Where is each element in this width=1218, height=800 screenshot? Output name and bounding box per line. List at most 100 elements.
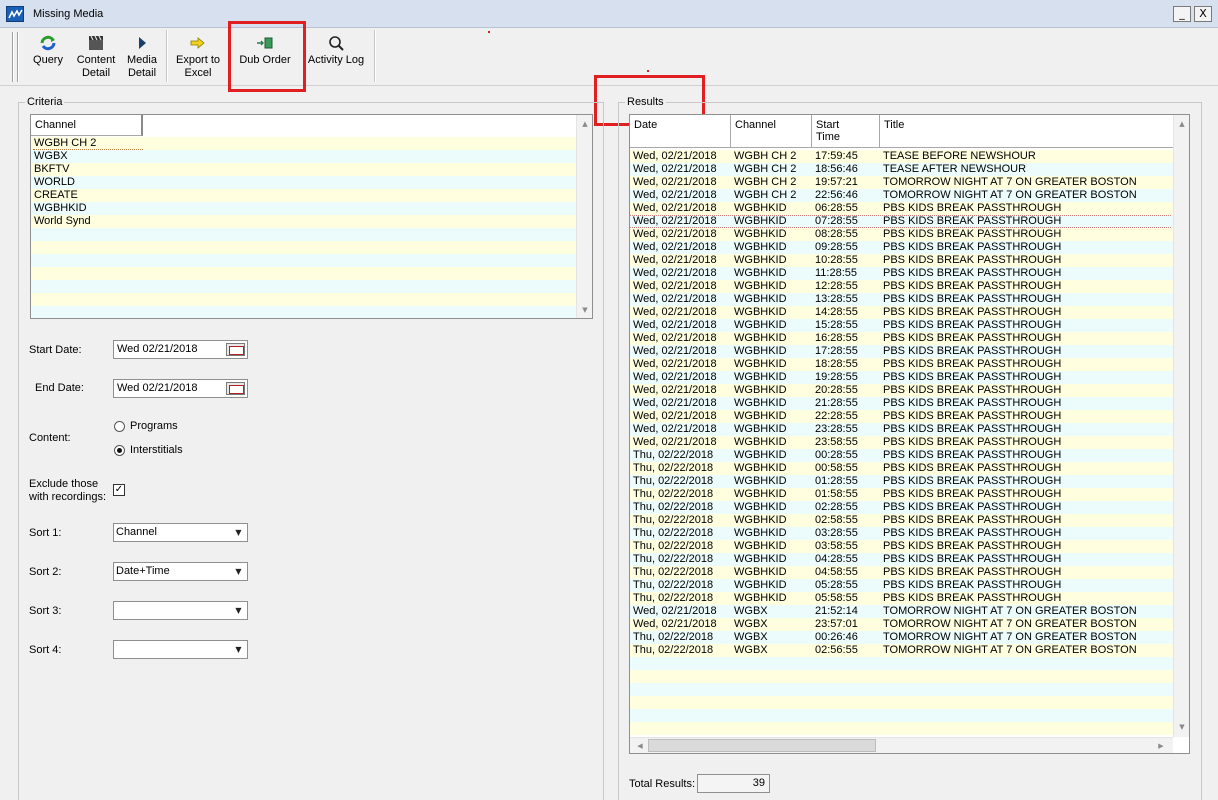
horizontal-scroll-thumb[interactable]	[648, 739, 876, 752]
table-row[interactable]: Wed, 02/21/2018 WGBHKID 23:58:55 PBS KIDS B…	[630, 436, 1171, 449]
scroll-down-icon[interactable]: ▼	[1174, 720, 1189, 734]
exclude-recordings-checkbox[interactable]: ✓	[113, 484, 125, 496]
calendar-icon[interactable]	[226, 382, 245, 395]
sort2-select[interactable]: Date+Time ▼	[113, 562, 248, 581]
table-row[interactable]: Wed, 02/21/2018 WGBHKID 12:28:55 PBS KIDS B…	[630, 280, 1171, 293]
end-date-picker[interactable]: Wed 02/21/2018	[113, 379, 248, 398]
date-cell: Wed, 02/21/2018	[633, 189, 717, 201]
content-detail-label: Content Detail	[72, 54, 120, 80]
table-row[interactable]: Thu, 02/22/2018 WGBHKID 02:28:55 PBS KIDS B…	[630, 501, 1171, 514]
table-row[interactable]: Wed, 02/21/2018 WGBHKID 13:28:55 PBS KIDS B…	[630, 293, 1171, 306]
start-date-picker[interactable]: Wed 02/21/2018	[113, 340, 248, 359]
results-grid[interactable]: Date Channel Start Time Title Wed, 02/21…	[629, 114, 1190, 754]
table-row[interactable]: Wed, 02/21/2018 WGBHKID 10:28:55 PBS KIDS B…	[630, 254, 1171, 267]
channel-list-item[interactable]: WORLD	[33, 176, 573, 189]
toolbar-grip[interactable]	[17, 32, 19, 82]
interstitials-radio[interactable]	[114, 445, 125, 456]
results-vertical-scrollbar[interactable]: ▲ ▼	[1173, 115, 1189, 737]
table-row[interactable]: Wed, 02/21/2018 WGBHKID 09:28:55 PBS KIDS B…	[630, 241, 1171, 254]
interstitials-label[interactable]: Interstitials	[130, 444, 183, 456]
title-cell: PBS KIDS BREAK PASSTHROUGH	[883, 540, 1062, 552]
table-row[interactable]: Thu, 02/22/2018 WGBX 00:26:46 TOMORROW NIGH…	[630, 631, 1171, 644]
scroll-down-icon[interactable]: ▼	[577, 303, 592, 317]
end-date-value: Wed 02/21/2018	[117, 382, 198, 394]
table-row[interactable]: Wed, 02/21/2018 WGBHKID 08:28:55 PBS KIDS B…	[630, 228, 1171, 241]
channel-list-item[interactable]: BKFTV	[33, 163, 573, 176]
channel-column-header[interactable]: Channel	[731, 115, 812, 148]
table-row[interactable]: Thu, 02/22/2018 WGBHKID 03:28:55 PBS KIDS B…	[630, 527, 1171, 540]
date-cell: Wed, 02/21/2018	[633, 319, 717, 331]
table-row[interactable]: Wed, 02/21/2018 WGBHKID 23:28:55 PBS KIDS B…	[630, 423, 1171, 436]
sort4-select[interactable]: ▼	[113, 640, 248, 659]
content-detail-button[interactable]: Content Detail	[72, 31, 120, 81]
table-row[interactable]: Wed, 02/21/2018 WGBHKID 06:28:55 PBS KIDS B…	[630, 202, 1171, 215]
channel-list-item[interactable]: CREATE	[33, 189, 573, 202]
table-row[interactable]: Thu, 02/22/2018 WGBHKID 04:58:55 PBS KIDS B…	[630, 566, 1171, 579]
table-row[interactable]: Wed, 02/21/2018 WGBHKID 14:28:55 PBS KIDS B…	[630, 306, 1171, 319]
export-to-excel-button[interactable]: Export to Excel	[171, 31, 225, 81]
table-row[interactable]: Wed, 02/21/2018 WGBH CH 2 19:57:21 TOMORROW…	[630, 176, 1171, 189]
sort1-select[interactable]: Channel ▼	[113, 523, 248, 542]
table-row[interactable]: Thu, 02/22/2018 WGBHKID 05:58:55 PBS KIDS B…	[630, 592, 1171, 605]
programs-radio[interactable]	[114, 421, 125, 432]
table-row[interactable]: Thu, 02/22/2018 WGBHKID 04:28:55 PBS KIDS B…	[630, 553, 1171, 566]
table-row[interactable]: Thu, 02/22/2018 WGBX 02:56:55 TOMORROW NIGH…	[630, 644, 1171, 657]
date-column-header[interactable]: Date	[630, 115, 731, 148]
table-row[interactable]: Wed, 02/21/2018 WGBX 23:57:01 TOMORROW NIGH…	[630, 618, 1171, 631]
exclude-label-line-1: Exclude those	[29, 478, 99, 490]
table-row[interactable]: Thu, 02/22/2018 WGBHKID 01:28:55 PBS KIDS B…	[630, 475, 1171, 488]
calendar-icon[interactable]	[226, 343, 245, 356]
channel-list-item[interactable]: WGBHKID	[33, 202, 573, 215]
scroll-up-icon[interactable]: ▲	[577, 117, 592, 131]
channel-list-item[interactable]: World Synd	[33, 215, 573, 228]
table-row[interactable]: Wed, 02/21/2018 WGBHKID 18:28:55 PBS KIDS B…	[630, 358, 1171, 371]
channel-list-item[interactable]: WGBX	[33, 150, 573, 163]
programs-label[interactable]: Programs	[130, 420, 178, 432]
channel-cell: WGBHKID	[734, 319, 787, 331]
table-row[interactable]: Thu, 02/22/2018 WGBHKID 00:58:55 PBS KIDS B…	[630, 462, 1171, 475]
table-row[interactable]: Wed, 02/21/2018 WGBHKID 07:28:55 PBS KIDS B…	[630, 215, 1171, 228]
chevron-down-icon[interactable]: ▼	[231, 603, 246, 618]
table-row[interactable]: Thu, 02/22/2018 WGBHKID 01:58:55 PBS KIDS B…	[630, 488, 1171, 501]
channel-column-header[interactable]: Channel	[31, 115, 143, 136]
toolbar-grip[interactable]	[12, 32, 14, 82]
sort3-select[interactable]: ▼	[113, 601, 248, 620]
channel-list-scrollbar[interactable]: ▲ ▼	[576, 115, 592, 318]
table-row[interactable]: Thu, 02/22/2018 WGBHKID 05:28:55 PBS KIDS B…	[630, 579, 1171, 592]
table-row[interactable]: Thu, 02/22/2018 WGBHKID 02:58:55 PBS KIDS B…	[630, 514, 1171, 527]
content-detail-line-1: Content	[76, 54, 116, 66]
title-column-header[interactable]: Title	[880, 115, 1173, 148]
media-detail-line-1: Media	[127, 54, 157, 66]
chevron-down-icon[interactable]: ▼	[231, 525, 246, 540]
channel-list-item[interactable]: WGBH CH 2	[33, 137, 143, 150]
table-row[interactable]: Wed, 02/21/2018 WGBH CH 2 17:59:45 TEASE BE…	[630, 150, 1171, 163]
table-row[interactable]: Wed, 02/21/2018 WGBHKID 15:28:55 PBS KIDS B…	[630, 319, 1171, 332]
table-row[interactable]: Wed, 02/21/2018 WGBHKID 21:28:55 PBS KIDS B…	[630, 397, 1171, 410]
chevron-down-icon[interactable]: ▼	[231, 564, 246, 579]
table-row[interactable]: Wed, 02/21/2018 WGBHKID 22:28:55 PBS KIDS B…	[630, 410, 1171, 423]
activity-log-button[interactable]: Activity Log	[304, 31, 368, 81]
query-button[interactable]: Query	[28, 31, 68, 81]
channel-list[interactable]: Channel WGBH CH 2 WGBX BKFTV WORLD CREATE WGB…	[30, 114, 593, 319]
results-row-band	[630, 696, 1173, 709]
table-row[interactable]: Wed, 02/21/2018 WGBHKID 11:28:55 PBS KIDS B…	[630, 267, 1171, 280]
table-row[interactable]: Wed, 02/21/2018 WGBHKID 16:28:55 PBS KIDS B…	[630, 332, 1171, 345]
chevron-down-icon[interactable]: ▼	[231, 642, 246, 657]
scroll-up-icon[interactable]: ▲	[1174, 117, 1189, 131]
minimize-button[interactable]: _	[1173, 6, 1191, 22]
close-button[interactable]: X	[1194, 6, 1212, 22]
red-mark	[647, 70, 649, 72]
table-row[interactable]: Thu, 02/22/2018 WGBHKID 00:28:55 PBS KIDS B…	[630, 449, 1171, 462]
table-row[interactable]: Wed, 02/21/2018 WGBH CH 2 22:56:46 TOMORROW…	[630, 189, 1171, 202]
table-row[interactable]: Wed, 02/21/2018 WGBHKID 17:28:55 PBS KIDS B…	[630, 345, 1171, 358]
start-time-column-header[interactable]: Start Time	[812, 115, 880, 148]
table-row[interactable]: Wed, 02/21/2018 WGBHKID 19:28:55 PBS KIDS B…	[630, 371, 1171, 384]
table-row[interactable]: Wed, 02/21/2018 WGBX 21:52:14 TOMORROW NIGH…	[630, 605, 1171, 618]
table-row[interactable]: Wed, 02/21/2018 WGBHKID 20:28:55 PBS KIDS B…	[630, 384, 1171, 397]
table-row[interactable]: Wed, 02/21/2018 WGBH CH 2 18:56:46 TEASE AF…	[630, 163, 1171, 176]
scroll-right-icon[interactable]: ▶	[1153, 739, 1169, 753]
media-detail-button[interactable]: Media Detail	[122, 31, 162, 81]
scroll-left-icon[interactable]: ◀	[632, 739, 648, 753]
table-row[interactable]: Thu, 02/22/2018 WGBHKID 03:58:55 PBS KIDS B…	[630, 540, 1171, 553]
results-horizontal-scrollbar[interactable]: ◀ ▶	[630, 737, 1173, 753]
